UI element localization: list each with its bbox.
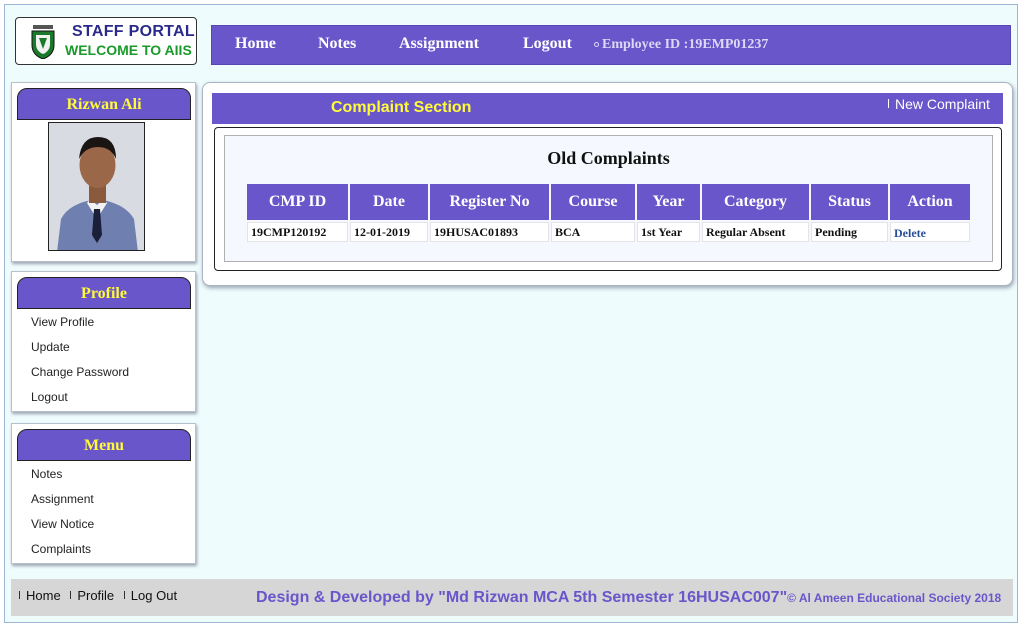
complaints-table: CMP ID Date Register No Course Year Cate…: [245, 182, 972, 244]
profile-menu-title: Profile: [17, 277, 191, 309]
footer-links: Home Profile Log Out: [19, 588, 177, 603]
menu-item-view-notice[interactable]: View Notice: [31, 517, 94, 542]
school-emblem-icon: [31, 25, 55, 59]
nav-notes-link[interactable]: Notes: [318, 35, 356, 53]
side-menu: Menu Notes Assignment View Notice Compla…: [11, 423, 196, 564]
top-navigation: Home Notes Assignment Logout Employee ID…: [211, 25, 1011, 65]
complaint-section-bar: Complaint Section New Complaint: [212, 93, 1003, 124]
menu-item-change-password[interactable]: Change Password: [31, 365, 129, 390]
cell-course: BCA: [551, 222, 635, 242]
logo-title: STAFF PORTAL: [72, 23, 195, 40]
separator-icon: [888, 99, 889, 108]
profile-card: Rizwan Ali: [11, 82, 196, 262]
profile-menu-list: View Profile Update Change Password Logo…: [31, 315, 129, 415]
person-photo-icon: [49, 123, 144, 250]
nav-home-link[interactable]: Home: [235, 35, 276, 53]
cell-date: 12-01-2019: [350, 222, 428, 242]
column-header: Date: [350, 184, 428, 220]
new-complaint-link[interactable]: New Complaint: [888, 96, 990, 112]
new-complaint-label: New Complaint: [895, 96, 990, 112]
employee-id-text: Employee ID :19EMP01237: [602, 37, 769, 52]
menu-item-assignment[interactable]: Assignment: [31, 492, 94, 517]
delete-link[interactable]: Delete: [890, 222, 970, 242]
separator-icon: [70, 591, 72, 599]
old-complaints-title: Old Complaints: [547, 148, 670, 168]
nav-assignment-link[interactable]: Assignment: [399, 35, 479, 53]
separator-icon: [19, 591, 20, 599]
section-title: Complaint Section: [331, 99, 472, 116]
column-header: Course: [551, 184, 635, 220]
footer-home-link[interactable]: Home: [26, 588, 61, 603]
column-header: Category: [702, 184, 809, 220]
column-header: Status: [811, 184, 888, 220]
profile-name: Rizwan Ali: [17, 88, 191, 120]
table-header-row: CMP ID Date Register No Course Year Cate…: [247, 184, 970, 220]
footer-credit: Design & Developed by "Md Rizwan MCA 5th…: [256, 589, 1001, 607]
footer-logout-link[interactable]: Log Out: [131, 588, 177, 603]
copyright-text: © Al Ameen Educational Society 2018: [787, 591, 1002, 605]
menu-item-logout[interactable]: Logout: [31, 390, 129, 415]
cell-cmp-id: 19CMP120192: [247, 222, 348, 242]
employee-id: Employee ID :19EMP01237: [594, 37, 768, 53]
menu-item-update[interactable]: Update: [31, 340, 129, 365]
column-header: CMP ID: [247, 184, 348, 220]
cell-status: Pending: [811, 222, 888, 242]
portal-logo: STAFF PORTAL WELCOME TO AIIS: [15, 17, 197, 65]
old-complaints-box: Old Complaints CMP ID Date Register No C…: [214, 127, 1002, 271]
complaint-panel: Complaint Section New Complaint Old Comp…: [202, 82, 1013, 286]
nav-logout-link[interactable]: Logout: [523, 35, 572, 53]
side-menu-title: Menu: [17, 429, 191, 461]
menu-item-view-profile[interactable]: View Profile: [31, 315, 129, 340]
profile-photo: [48, 122, 145, 251]
cell-year: 1st Year: [637, 222, 700, 242]
bullet-icon: [594, 42, 599, 48]
cell-register-no: 19HUSAC01893: [430, 222, 549, 242]
footer-profile-link[interactable]: Profile: [77, 588, 114, 603]
old-complaints-fieldset: Old Complaints CMP ID Date Register No C…: [224, 135, 993, 262]
credit-text: Design & Developed by "Md Rizwan MCA 5th…: [256, 589, 788, 606]
profile-menu: Profile View Profile Update Change Passw…: [11, 271, 196, 412]
column-header: Register No: [430, 184, 549, 220]
logo-subtitle: WELCOME TO AIIS: [65, 42, 192, 58]
menu-item-notes[interactable]: Notes: [31, 467, 94, 492]
column-header: Action: [890, 184, 970, 220]
table-row: 19CMP120192 12-01-2019 19HUSAC01893 BCA …: [247, 222, 970, 242]
menu-item-complaints[interactable]: Complaints: [31, 542, 94, 567]
separator-icon: [123, 591, 125, 599]
footer: Home Profile Log Out Design & Developed …: [11, 579, 1013, 616]
column-header: Year: [637, 184, 700, 220]
side-menu-list: Notes Assignment View Notice Complaints: [31, 467, 94, 567]
cell-category: Regular Absent: [702, 222, 809, 242]
